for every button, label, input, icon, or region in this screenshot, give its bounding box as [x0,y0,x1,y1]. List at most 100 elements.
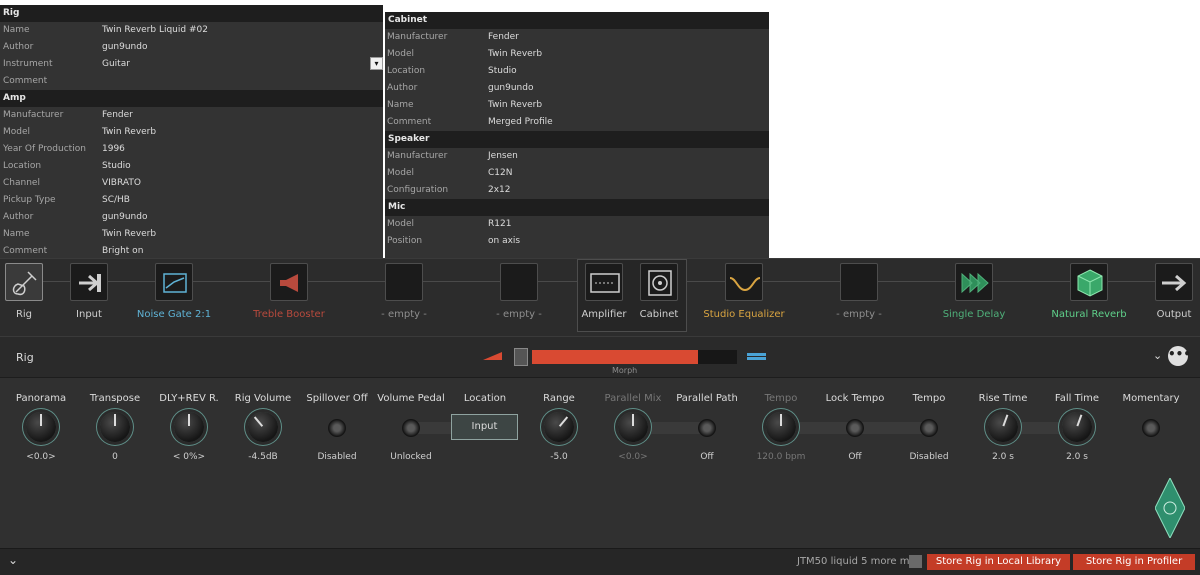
rotary-knob[interactable] [248,412,278,442]
chain-slot-box[interactable] [725,263,763,301]
rotary-knob[interactable] [766,412,796,442]
morph-label: Morph [612,366,638,375]
chain-slot-box[interactable] [1070,263,1108,301]
property-value[interactable]: SC/HB [102,192,130,209]
instrument-dropdown-button[interactable]: ▾ [370,57,383,70]
property-value[interactable]: gun9undo [102,209,147,226]
chain-slot-box[interactable] [385,263,423,301]
property-value[interactable]: Fender [102,107,133,124]
control-value: Off [848,452,862,462]
location-input-button[interactable]: Input [451,414,518,440]
toggle-button[interactable] [328,419,346,437]
rotary-knob[interactable] [174,412,204,442]
property-value[interactable]: on axis [488,233,520,250]
control-value: <0.0> [26,452,56,462]
chevron-down-icon[interactable]: ⌄ [1153,349,1162,362]
property-key: Configuration [387,185,449,195]
control-label: Tempo [912,393,946,404]
megaphone-icon [280,274,298,292]
property-value[interactable]: Jensen [488,148,518,165]
chain-slot[interactable]: Single Delay [943,263,1005,320]
property-value[interactable]: Guitar [102,56,130,73]
chain-slot[interactable]: Noise Gate 2:1 [137,263,211,320]
chain-slot-box[interactable] [270,263,308,301]
property-value[interactable]: Merged Profile [488,114,553,131]
guitar-icon [12,271,37,296]
toggle-button[interactable] [698,419,716,437]
property-value[interactable]: Fender [488,29,519,46]
property-value[interactable]: Twin Reverb [102,226,156,243]
rig-controls: Panorama <0.0> Transpose 0 DLY+REV R. < 0%> Ri… [0,378,1200,548]
property-row: Model R121 [385,216,769,233]
property-value[interactable]: Twin Reverb Liquid #02 [102,22,208,39]
chain-slot[interactable]: - empty - [836,263,882,320]
control-value: Off [700,452,714,462]
chain-slot-box[interactable] [585,263,623,301]
chain-slot[interactable]: Cabinet [639,263,679,320]
morph-left-icon [483,352,502,360]
toggle-button[interactable] [846,419,864,437]
knob-indicator [632,414,634,426]
property-key: Pickup Type [3,195,56,205]
toggle-button[interactable] [402,419,420,437]
property-value[interactable]: Studio [488,63,517,80]
chain-slot-box[interactable] [1155,263,1193,301]
property-value[interactable]: C12N [488,165,512,182]
property-value[interactable]: gun9undo [102,39,147,56]
property-row: Name Twin Reverb [385,97,769,114]
chain-slot[interactable]: Amplifier [581,263,627,320]
chain-slot[interactable]: Studio Equalizer [703,263,785,320]
rotary-knob[interactable] [544,412,574,442]
property-value[interactable]: Studio [102,158,131,175]
property-value[interactable]: 2x12 [488,182,511,199]
store-local-button[interactable]: Store Rig in Local Library [927,554,1070,570]
morph-slider[interactable] [532,350,737,364]
property-value[interactable]: Twin Reverb [488,46,542,63]
morph-slider-handle[interactable] [514,348,528,366]
rotary-knob[interactable] [1062,412,1092,442]
rotary-knob[interactable] [988,412,1018,442]
footer-bar: ⌄ JTM50 liquid 5 more mid Store Rig in L… [0,548,1200,575]
toggle-button[interactable] [1142,419,1160,437]
property-value[interactable]: Twin Reverb [488,97,542,114]
chain-slot[interactable]: Output [1154,263,1194,320]
property-row: Author gun9undo [0,39,383,56]
collapse-icon[interactable]: ⌄ [8,553,18,567]
chain-slot[interactable]: Natural Reverb [1051,263,1127,320]
control-label: Spillover Off [306,393,368,404]
property-value[interactable]: VIBRATO [102,175,141,192]
rig-bar: Rig Morph [0,336,1200,378]
property-value[interactable]: 1996 [102,141,125,158]
equalizer-icon [729,277,761,292]
chain-slot-box[interactable] [500,263,538,301]
chain-slot[interactable]: Input [69,263,109,320]
home-icon[interactable] [909,555,922,568]
chain-slot-box[interactable] [840,263,878,301]
rotary-knob[interactable] [618,412,648,442]
store-profiler-button[interactable]: Store Rig in Profiler [1073,554,1195,570]
chain-slot[interactable]: - empty - [496,263,542,320]
control-label: Panorama [15,393,67,404]
chain-slot-box[interactable] [955,263,993,301]
rotary-knob[interactable] [100,412,130,442]
section-header: Speaker [385,131,769,148]
chain-slot-box[interactable] [5,263,43,301]
chain-slot[interactable]: Treble Booster [253,263,325,320]
property-key: Comment [3,76,48,86]
chain-slot-box[interactable] [640,263,678,301]
chain-slot-label: - empty - [381,309,427,320]
chain-slot[interactable]: Rig [4,263,44,320]
rig-properties-panel: Rig Name Twin Reverb Liquid #02 Author gun9u… [0,5,383,258]
toggle-button[interactable] [920,419,938,437]
knob-indicator [253,416,264,427]
property-value[interactable]: gun9undo [488,80,533,97]
property-value[interactable]: R121 [488,216,511,233]
chain-slot[interactable]: - empty - [381,263,427,320]
chain-slot-box[interactable] [155,263,193,301]
rotary-knob[interactable] [26,412,56,442]
chain-slot-box[interactable] [70,263,108,301]
more-options-icon[interactable]: ••• [1168,346,1191,366]
property-row: Comment Merged Profile [385,114,769,131]
property-value[interactable]: Twin Reverb [102,124,156,141]
control-label: Parallel Mix [604,393,662,404]
